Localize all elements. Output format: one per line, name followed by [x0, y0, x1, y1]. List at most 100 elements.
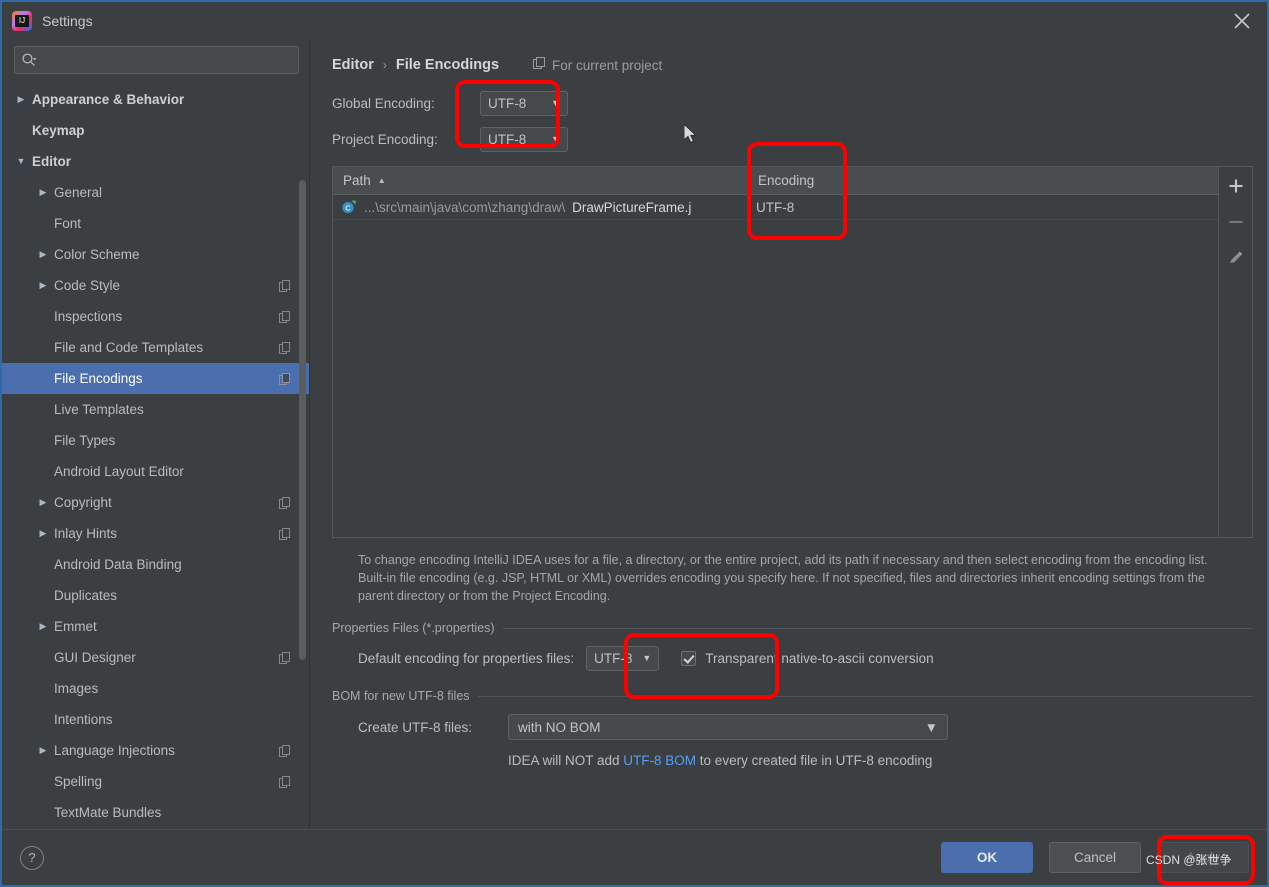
sidebar-item-label: Editor	[32, 154, 71, 169]
sidebar-item-file-and-code-templates[interactable]: File and Code Templates	[2, 332, 309, 363]
table-cell-encoding[interactable]: UTF-8	[748, 195, 1218, 219]
sidebar-item-live-templates[interactable]: Live Templates	[2, 394, 309, 425]
bom-note: IDEA will NOT add UTF-8 BOM to every cre…	[332, 753, 1253, 768]
search-box[interactable]	[14, 46, 299, 74]
sidebar-item-label: File Types	[54, 433, 116, 448]
sidebar-item-file-encodings[interactable]: File Encodings	[2, 363, 309, 394]
properties-group-title: Properties Files (*.properties)	[332, 621, 495, 635]
chevron-right-icon[interactable]: ▶	[32, 622, 54, 631]
default-properties-encoding-dropdown[interactable]: UTF-8 ▼	[586, 645, 660, 671]
table-cell-path: C ...\src\main\java\com\zhang\draw\ DrawPi…	[333, 195, 748, 219]
sidebar-item-textmate-bundles[interactable]: TextMate Bundles	[2, 797, 309, 828]
sidebar-item-spelling[interactable]: Spelling	[2, 766, 309, 797]
create-utf8-files-label: Create UTF-8 files:	[358, 719, 473, 735]
sidebar-item-code-style[interactable]: ▶ Code Style	[2, 270, 309, 301]
chevron-down-icon: ▼	[924, 719, 938, 735]
chevron-right-icon[interactable]: ▶	[10, 95, 32, 104]
chevron-down-icon: ▼	[551, 98, 560, 108]
sidebar-item-label: Copyright	[54, 495, 112, 510]
table-cell-path-prefix: ...\src\main\java\com\zhang\draw\	[364, 199, 566, 215]
table-header-path[interactable]: Path ▲	[333, 167, 748, 194]
breadcrumb-parent[interactable]: Editor	[332, 57, 374, 73]
intellij-idea-icon	[12, 11, 32, 31]
sidebar-item-emmet[interactable]: ▶ Emmet	[2, 611, 309, 642]
sidebar-item-label: GUI Designer	[54, 650, 136, 665]
close-icon[interactable]	[1231, 10, 1253, 32]
table-toolbar	[1219, 166, 1253, 538]
sidebar-item-android-layout-editor[interactable]: Android Layout Editor	[2, 456, 309, 487]
sidebar-item-appearance-behavior[interactable]: ▶ Appearance & Behavior	[2, 84, 309, 115]
sidebar-item-android-data-binding[interactable]: Android Data Binding	[2, 549, 309, 580]
sidebar-item-label: File Encodings	[54, 371, 143, 386]
utf8-bom-link[interactable]: UTF-8 BOM	[623, 753, 696, 768]
copy-icon	[279, 527, 291, 540]
svg-text:C: C	[345, 204, 351, 213]
plus-icon[interactable]	[1223, 173, 1249, 199]
copy-icon	[279, 279, 291, 292]
help-button[interactable]: ?	[20, 845, 44, 870]
sidebar-item-general[interactable]: ▶ General	[2, 177, 309, 208]
for-current-project-label: For current project	[533, 57, 662, 73]
search-icon	[21, 52, 37, 68]
table-header-encoding[interactable]: Encoding	[748, 167, 1218, 194]
minus-icon[interactable]	[1223, 209, 1249, 235]
project-encoding-dropdown[interactable]: UTF-8 ▼	[480, 126, 568, 152]
global-encoding-dropdown[interactable]: UTF-8 ▼	[480, 90, 568, 116]
search-input[interactable]	[37, 47, 292, 73]
sidebar-item-images[interactable]: Images	[2, 673, 309, 704]
project-encoding-row: Project Encoding: UTF-8 ▼	[332, 124, 1253, 154]
sidebar-item-duplicates[interactable]: Duplicates	[2, 580, 309, 611]
sidebar-item-intentions[interactable]: Intentions	[2, 704, 309, 735]
chevron-right-icon[interactable]: ▶	[32, 746, 54, 755]
breadcrumb-current: File Encodings	[395, 57, 500, 73]
sidebar-item-file-types[interactable]: File Types	[2, 425, 309, 456]
chevron-right-icon[interactable]: ▶	[32, 250, 54, 259]
group-divider	[477, 695, 1253, 697]
project-encoding-label: Project Encoding:	[332, 131, 438, 147]
encodings-table-area: Path ▲ Encoding C ...\src\main\java\com\z…	[332, 166, 1253, 538]
create-utf8-files-value: with NO BOM	[518, 719, 601, 735]
table-header-path-label: Path	[343, 173, 371, 188]
for-current-project-text: For current project	[552, 57, 663, 73]
table-row[interactable]: C ...\src\main\java\com\zhang\draw\ DrawPi…	[333, 195, 1218, 220]
bom-note-pre: IDEA will NOT add	[508, 753, 624, 768]
chevron-right-icon[interactable]: ▶	[32, 188, 54, 197]
chevron-right-icon[interactable]: ▶	[32, 498, 54, 507]
copy-icon	[279, 310, 291, 323]
sidebar-item-keymap[interactable]: Keymap	[2, 115, 309, 146]
sidebar-item-copyright[interactable]: ▶ Copyright	[2, 487, 309, 518]
table-header-encoding-label: Encoding	[758, 173, 815, 188]
table-cell-path-file: DrawPictureFrame.j	[572, 199, 692, 215]
main-pane: Editor › File Encodings For current proj…	[310, 40, 1267, 829]
sidebar-item-label: Images	[54, 681, 99, 696]
sidebar-item-language-injections[interactable]: ▶ Language Injections	[2, 735, 309, 766]
sidebar-scrollbar[interactable]	[299, 82, 306, 747]
create-utf8-files-dropdown[interactable]: with NO BOM ▼	[508, 714, 948, 740]
sidebar-item-font[interactable]: Font	[2, 208, 309, 239]
checkbox-checked-icon	[681, 650, 697, 666]
copy-icon	[279, 372, 291, 385]
bom-group: BOM for new UTF-8 files Create UTF-8 fil…	[332, 689, 1253, 768]
copy-icon	[279, 744, 291, 757]
sidebar-item-inspections[interactable]: Inspections	[2, 301, 309, 332]
sidebar-item-label: Code Style	[54, 278, 121, 293]
sidebar-item-gui-designer[interactable]: GUI Designer	[2, 642, 309, 673]
sidebar-item-inlay-hints[interactable]: ▶ Inlay Hints	[2, 518, 309, 549]
ok-button[interactable]: OK	[941, 842, 1033, 873]
window-title: Settings	[42, 13, 93, 29]
chevron-right-icon[interactable]: ▶	[32, 529, 54, 538]
settings-tree: ▶ Appearance & Behavior Keymap ▼ Editor ▶ Gene…	[2, 82, 309, 829]
copy-icon	[279, 496, 291, 509]
sidebar-item-color-scheme[interactable]: ▶ Color Scheme	[2, 239, 309, 270]
table-header-row: Path ▲ Encoding	[333, 167, 1218, 195]
sidebar-scroll-thumb[interactable]	[299, 180, 306, 660]
transparent-conversion-checkbox[interactable]: Transparent native-to-ascii conversion	[681, 650, 934, 666]
pencil-icon[interactable]	[1223, 245, 1249, 271]
sidebar-item-label: Inlay Hints	[54, 526, 118, 541]
chevron-down-icon[interactable]: ▼	[10, 157, 32, 166]
encodings-hint-text: To change encoding IntelliJ IDEA uses fo…	[358, 553, 1208, 603]
sidebar-item-label: Emmet	[54, 619, 97, 634]
chevron-right-icon[interactable]: ▶	[32, 281, 54, 290]
cancel-button[interactable]: Cancel	[1049, 842, 1141, 873]
sidebar-item-editor[interactable]: ▼ Editor	[2, 146, 309, 177]
